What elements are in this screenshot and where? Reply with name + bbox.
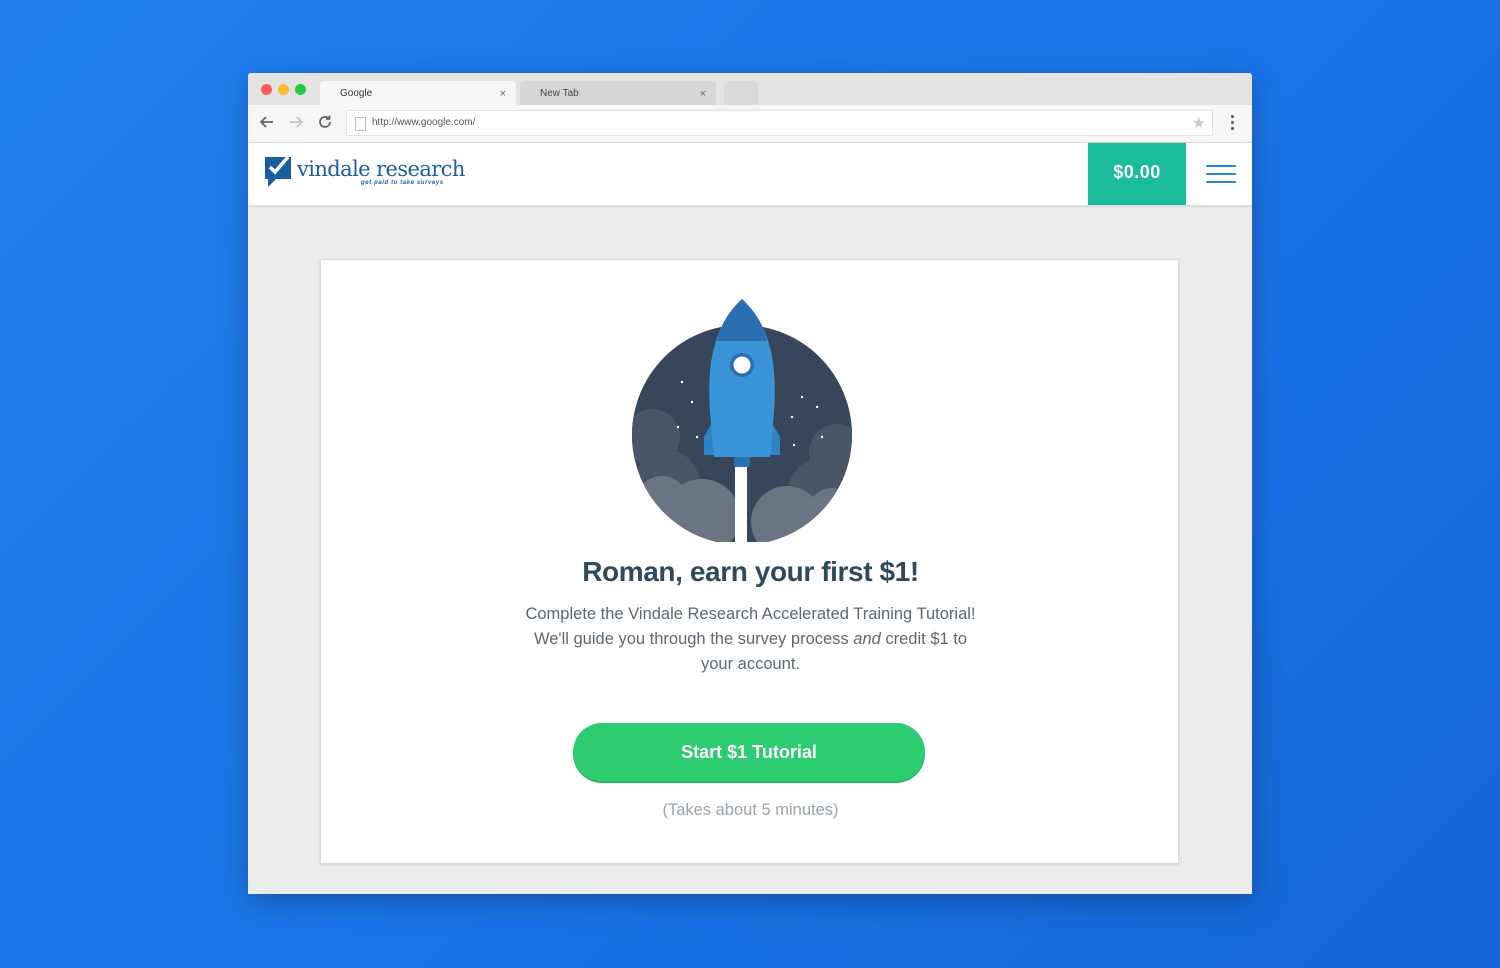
new-tab-button[interactable] [724, 81, 758, 105]
back-arrow-icon[interactable] [259, 114, 275, 133]
kebab-menu-icon[interactable] [1231, 115, 1235, 133]
page-icon [355, 117, 366, 131]
address-bar[interactable]: http://www.google.com/ ★ [346, 110, 1213, 136]
page-title: Roman, earn your first $1! [582, 556, 919, 587]
tab-close-icon[interactable]: × [700, 81, 706, 107]
vindale-logo[interactable]: vindale research get paid to take survey… [263, 155, 465, 195]
hamburger-menu-icon[interactable] [1206, 165, 1236, 189]
tab-title: Google [340, 88, 373, 99]
start-tutorial-button[interactable]: Start $1 Tutorial [573, 723, 925, 781]
site-header: vindale research get paid to take survey… [248, 143, 1252, 205]
logo-tagline: get paid to take surveys [361, 180, 444, 186]
tab-google[interactable]: Google × [320, 81, 516, 105]
tutorial-card: Roman, earn your first $1! Complete the … [320, 259, 1179, 864]
reload-icon[interactable] [317, 114, 333, 133]
tab-close-icon[interactable]: × [500, 81, 506, 107]
browser-toolbar: http://www.google.com/ ★ [248, 105, 1252, 143]
description-emphasis: and [853, 630, 881, 648]
tab-title: New Tab [540, 88, 579, 99]
checkmark-logo-icon [265, 155, 291, 187]
tab-new-tab[interactable]: New Tab × [520, 81, 716, 105]
browser-window: Google × New Tab × http://www.google.com… [248, 73, 1252, 894]
url-text[interactable]: http://www.google.com/ [372, 117, 475, 128]
minimize-window-button[interactable] [278, 84, 289, 95]
forward-arrow-icon[interactable] [288, 114, 304, 133]
star-icon[interactable]: ★ [1192, 113, 1206, 133]
logo-wordmark: vindale research [297, 157, 465, 181]
tutorial-description: Complete the Vindale Research Accelerate… [521, 602, 980, 677]
tab-strip: Google × New Tab × [248, 73, 1252, 105]
maximize-window-button[interactable] [295, 84, 306, 95]
duration-note: (Takes about 5 minutes) [662, 801, 839, 819]
balance-badge[interactable]: $0.00 [1088, 143, 1186, 205]
window-controls [261, 84, 306, 95]
close-window-button[interactable] [261, 84, 272, 95]
rocket-illustration [632, 299, 852, 542]
